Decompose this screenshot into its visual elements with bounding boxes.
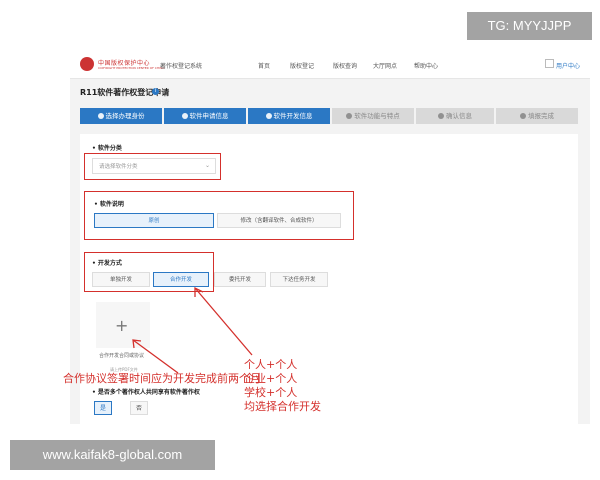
watermark-bottom: www.kaifak8-global.com <box>10 440 215 470</box>
annotation-right-line-4: 均选择合作开发 <box>244 400 321 413</box>
annotation-right-line-3: 学校+个人 <box>244 386 298 399</box>
arrow-right-line <box>194 287 253 356</box>
annotation-left-text: 合作协议签署时间应为开发完成前两个月 <box>63 372 261 385</box>
annotation-right-line-1: 个人+个人 <box>244 358 298 371</box>
arrow-left-line <box>132 339 179 374</box>
annotation-right-line-2: 企业+个人 <box>244 372 298 385</box>
